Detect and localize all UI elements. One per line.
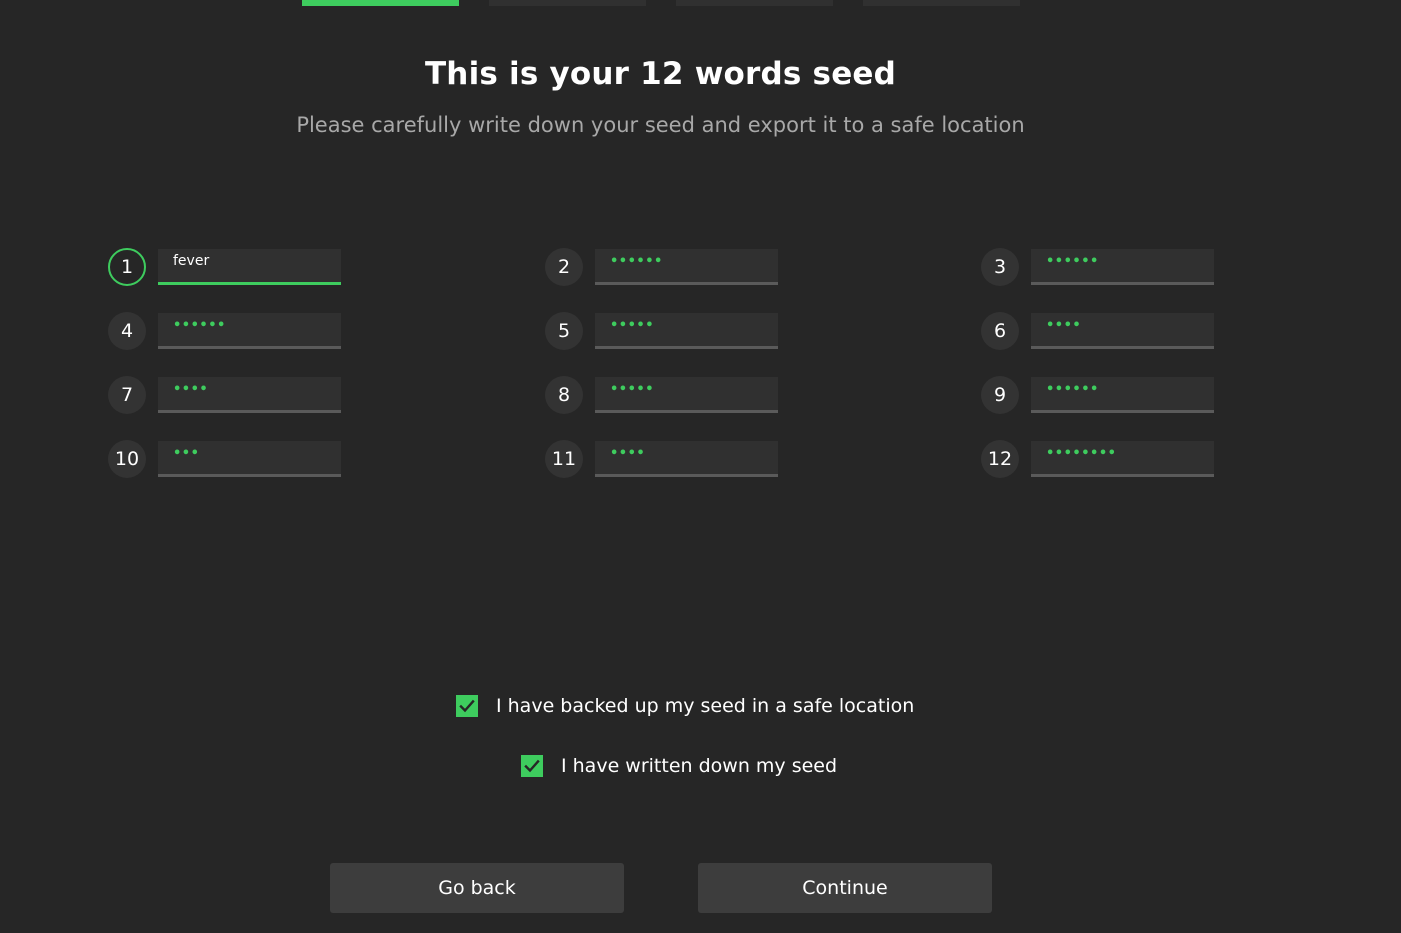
seed-word-field[interactable]: •••: [158, 441, 341, 477]
seed-word-masked: ••••••: [1046, 254, 1099, 269]
seed-word-number: 7: [108, 376, 146, 414]
seed-word-field[interactable]: ••••••: [1031, 377, 1214, 413]
seed-word-field[interactable]: •••••: [595, 313, 778, 349]
seed-word-number: 11: [545, 440, 583, 478]
page-title: This is your 12 words seed: [424, 56, 897, 92]
seed-word-9[interactable]: 9 ••••••: [981, 375, 1221, 415]
seed-word-field[interactable]: ••••: [158, 377, 341, 413]
check-icon: [459, 699, 475, 713]
seed-word-number: 10: [108, 440, 146, 478]
seed-word-masked: ••••••: [1046, 382, 1099, 397]
progress-step-1: [302, 0, 459, 6]
seed-word-4[interactable]: 4 ••••••: [108, 311, 348, 351]
seed-word-number: 5: [545, 312, 583, 350]
written-down-label: I have written down my seed: [561, 755, 838, 777]
seed-word-number: 9: [981, 376, 1019, 414]
backed-up-checkbox[interactable]: [456, 695, 478, 717]
seed-word-number: 4: [108, 312, 146, 350]
seed-word-field[interactable]: ••••••••: [1031, 441, 1214, 477]
seed-word-number: 3: [981, 248, 1019, 286]
seed-word-field[interactable]: ••••: [595, 441, 778, 477]
seed-word-5[interactable]: 5 •••••: [545, 311, 785, 351]
seed-word-11[interactable]: 11 ••••: [545, 439, 785, 479]
seed-word-masked: ••••••: [173, 318, 226, 333]
page-subtitle: Please carefully write down your seed an…: [296, 113, 1025, 137]
seed-word-masked: ••••••••: [1046, 446, 1117, 461]
seed-word-masked: ••••••: [610, 254, 663, 269]
progress-step-4: [863, 0, 1020, 6]
seed-word-number: 12: [981, 440, 1019, 478]
seed-word-field[interactable]: ••••: [1031, 313, 1214, 349]
seed-word-8[interactable]: 8 •••••: [545, 375, 785, 415]
seed-word-number: 1: [108, 248, 146, 286]
seed-backup-page: This is your 12 words seed Please carefu…: [0, 0, 1401, 933]
written-down-confirmation[interactable]: I have written down my seed: [521, 754, 837, 778]
seed-word-1[interactable]: 1 fever: [108, 247, 348, 287]
seed-word-masked: •••: [173, 446, 200, 461]
seed-word-number: 8: [545, 376, 583, 414]
progress-step-3: [676, 0, 833, 6]
seed-word-2[interactable]: 2 ••••••: [545, 247, 785, 287]
written-down-checkbox[interactable]: [521, 755, 543, 777]
seed-word-text: fever: [173, 253, 210, 269]
seed-word-masked: ••••: [173, 382, 209, 397]
seed-word-number: 2: [545, 248, 583, 286]
seed-word-masked: •••••: [610, 318, 655, 333]
seed-word-masked: ••••: [610, 446, 646, 461]
progress-step-2: [489, 0, 646, 6]
seed-word-field[interactable]: ••••••: [158, 313, 341, 349]
seed-word-6[interactable]: 6 ••••: [981, 311, 1221, 351]
go-back-button[interactable]: Go back: [330, 863, 624, 913]
seed-word-masked: ••••: [1046, 318, 1082, 333]
seed-word-number: 6: [981, 312, 1019, 350]
seed-word-field[interactable]: •••••: [595, 377, 778, 413]
seed-word-12[interactable]: 12 ••••••••: [981, 439, 1221, 479]
seed-word-field[interactable]: ••••••: [595, 249, 778, 285]
backed-up-label: I have backed up my seed in a safe locat…: [496, 695, 915, 717]
seed-word-masked: •••••: [610, 382, 655, 397]
continue-button[interactable]: Continue: [698, 863, 992, 913]
check-icon: [524, 759, 540, 773]
backed-up-confirmation[interactable]: I have backed up my seed in a safe locat…: [456, 694, 914, 718]
seed-word-7[interactable]: 7 ••••: [108, 375, 348, 415]
seed-word-field[interactable]: ••••••: [1031, 249, 1214, 285]
seed-word-10[interactable]: 10 •••: [108, 439, 348, 479]
seed-word-field[interactable]: fever: [158, 249, 341, 285]
seed-word-3[interactable]: 3 ••••••: [981, 247, 1221, 287]
